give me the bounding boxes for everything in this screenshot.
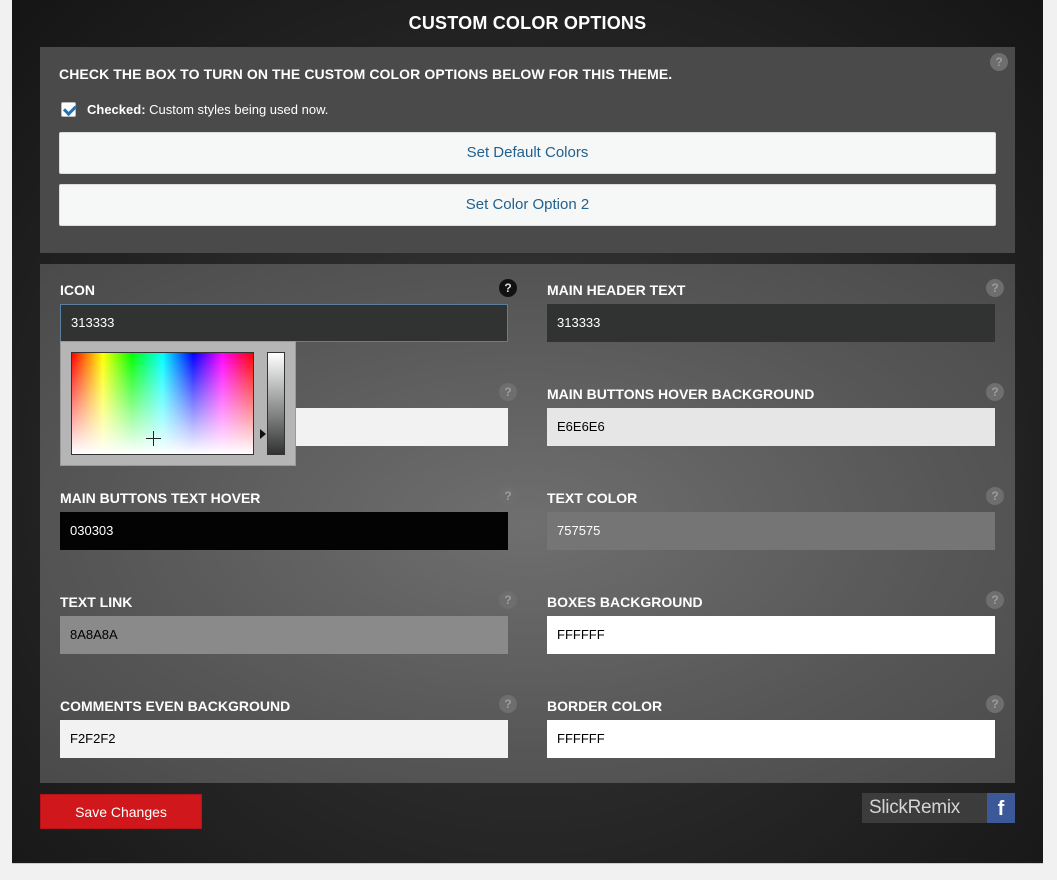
facebook-icon[interactable]: f bbox=[987, 793, 1015, 823]
picker-crosshair-icon[interactable] bbox=[153, 431, 154, 446]
checkbox-label-strong: Checked: bbox=[87, 102, 146, 117]
help-icon[interactable]: ? bbox=[986, 591, 1004, 609]
help-icon[interactable]: ? bbox=[986, 279, 1004, 297]
brand-logo-text[interactable]: SlickRemix bbox=[862, 793, 987, 823]
help-icon[interactable]: ? bbox=[990, 53, 1008, 71]
text-color-input[interactable] bbox=[547, 512, 995, 550]
main-buttons-text-hover-input[interactable] bbox=[60, 512, 508, 550]
help-icon[interactable]: ? bbox=[499, 695, 517, 713]
boxes-background-input[interactable] bbox=[547, 616, 995, 654]
main-header-text-label: MAIN HEADER TEXT bbox=[547, 282, 686, 298]
set-default-colors-button[interactable]: Set Default Colors bbox=[59, 132, 996, 174]
enable-custom-colors-panel: CHECK THE BOX TO TURN ON THE CUSTOM COLO… bbox=[40, 47, 1015, 253]
custom-color-options-frame: CUSTOM COLOR OPTIONS CHECK THE BOX TO TU… bbox=[12, 0, 1043, 864]
text-color-label: TEXT COLOR bbox=[547, 490, 638, 506]
comments-even-background-label: COMMENTS EVEN BACKGROUND bbox=[60, 698, 291, 714]
main-buttons-hover-background-label: MAIN BUTTONS HOVER BACKGROUND bbox=[547, 386, 815, 402]
custom-colors-checkbox[interactable] bbox=[61, 102, 76, 117]
slider-arrow-icon[interactable] bbox=[260, 429, 266, 439]
custom-colors-checkbox-row: Checked: Custom styles being used now. bbox=[61, 102, 328, 117]
checkbox-label: Checked: Custom styles being used now. bbox=[87, 102, 328, 117]
help-icon[interactable]: ? bbox=[499, 487, 517, 505]
slickremix-brand[interactable]: SlickRemix f bbox=[862, 793, 1015, 823]
text-link-input[interactable] bbox=[60, 616, 508, 654]
text-link-label: TEXT LINK bbox=[60, 594, 133, 610]
help-icon[interactable]: ? bbox=[986, 383, 1004, 401]
color-picker-popup bbox=[60, 341, 296, 466]
help-icon[interactable]: ? bbox=[986, 487, 1004, 505]
hue-saturation-area[interactable] bbox=[71, 352, 254, 455]
set-color-option-2-button[interactable]: Set Color Option 2 bbox=[59, 184, 996, 226]
boxes-background-label: BOXES BACKGROUND bbox=[547, 594, 703, 610]
help-icon[interactable]: ? bbox=[499, 591, 517, 609]
icon-color-input[interactable] bbox=[60, 304, 508, 342]
color-fields-panel: ICON ? MAIN HEADER TEXT ? ? MAIN BUTTONS… bbox=[40, 264, 1015, 783]
help-icon[interactable]: ? bbox=[499, 279, 517, 297]
icon-label: ICON bbox=[60, 282, 95, 298]
main-buttons-hover-background-input[interactable] bbox=[547, 408, 995, 446]
panel-heading: CHECK THE BOX TO TURN ON THE CUSTOM COLO… bbox=[59, 66, 673, 82]
checkbox-label-text: Custom styles being used now. bbox=[145, 102, 329, 117]
comments-even-background-input[interactable] bbox=[60, 720, 508, 758]
help-icon[interactable]: ? bbox=[499, 383, 517, 401]
main-header-text-input[interactable] bbox=[547, 304, 995, 342]
brightness-slider[interactable] bbox=[267, 352, 285, 455]
save-changes-button[interactable]: Save Changes bbox=[40, 794, 202, 829]
section-title: CUSTOM COLOR OPTIONS bbox=[408, 13, 647, 33]
border-color-input[interactable] bbox=[547, 720, 995, 758]
border-color-label: BORDER COLOR bbox=[547, 698, 663, 714]
help-icon[interactable]: ? bbox=[986, 695, 1004, 713]
main-buttons-text-hover-label: MAIN BUTTONS TEXT HOVER bbox=[60, 490, 261, 506]
